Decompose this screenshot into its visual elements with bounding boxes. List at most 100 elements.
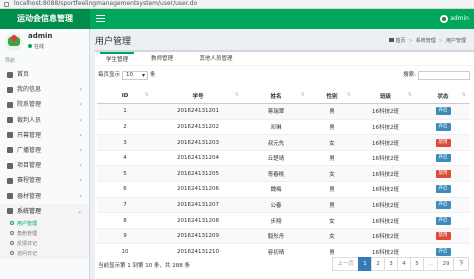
- sidebar: admin 在线 导航 首页 我的信息 ‹ 院系管理 ‹ 裁判人员 ‹ 开幕管理 ‹ 广播管理 ‹ 项…: [0, 29, 90, 279]
- content-header: 用户管理 首页 > 系统管理 > 用户管理: [90, 29, 474, 51]
- chevron-left-icon: ‹: [79, 116, 82, 124]
- cell-class: 16科技2班: [355, 103, 416, 120]
- status-badge[interactable]: 开启: [435, 107, 451, 116]
- sidebar-item-2[interactable]: 院系管理 ‹: [0, 97, 89, 112]
- sidebar-item-label: 院系管理: [17, 101, 42, 109]
- submenu-item-1[interactable]: 角色管理: [0, 229, 89, 239]
- cell-name: 叔元先: [243, 134, 309, 151]
- sidebar-item-6[interactable]: 项目管理 ‹: [0, 158, 89, 173]
- submenu-item-2[interactable]: 反馈日记: [0, 239, 89, 249]
- status-badge[interactable]: 开启: [435, 247, 451, 256]
- sidebar-item-1[interactable]: 我的信息 ‹: [0, 82, 89, 97]
- status-badge[interactable]: 开启: [435, 185, 451, 194]
- search-control: 搜索:: [403, 71, 470, 80]
- tab-bar: 学生管理 教师管理 其他人员管理: [95, 52, 474, 66]
- page-button[interactable]: 2: [370, 257, 385, 271]
- nav-header: 导航: [5, 58, 16, 64]
- next-page-button[interactable]: 下: [453, 257, 469, 271]
- cell-id: 5: [97, 165, 153, 182]
- cell-class: 16科技2班: [355, 149, 416, 166]
- sidebar-toggle-icon[interactable]: [96, 15, 105, 23]
- status-badge[interactable]: 开启: [435, 154, 451, 163]
- sort-icon: ⇅: [234, 92, 239, 98]
- cell-sno: 201624131205: [153, 165, 243, 182]
- browser-address-bar[interactable]: localhost:8088/sportfeelingmanagementsys…: [0, 0, 474, 9]
- search-input[interactable]: [418, 71, 470, 80]
- cell-class: 16科技2班: [355, 227, 416, 244]
- breadcrumb-system[interactable]: 系统管理: [416, 38, 436, 44]
- cell-class: 16科技2班: [355, 196, 416, 213]
- status-badge[interactable]: 开启: [435, 216, 451, 225]
- app-logo[interactable]: 运动会信息管理: [0, 9, 90, 29]
- cell-gender: 男: [309, 181, 355, 198]
- cell-id: 10: [97, 243, 153, 260]
- pagination: 上一页 1 2 3 4 5… 29 下: [332, 257, 469, 271]
- status-badge[interactable]: 开启: [435, 200, 451, 209]
- cell-sno: 201624131206: [153, 181, 243, 198]
- cell-name: 丘楚靖: [243, 149, 309, 166]
- status-badge[interactable]: 禁用: [435, 232, 451, 241]
- sidebar-item-7[interactable]: 赛程管理 ‹: [0, 173, 89, 188]
- table-body: 1 201624131201 蒋瑞翠男 16科技2班 开启 2 201624131202 邓琳…: [97, 103, 470, 260]
- cell-sno: 201624131201: [153, 103, 243, 120]
- sidebar-item-8[interactable]: 器材管理 ‹: [0, 189, 89, 204]
- sidebar-item-4[interactable]: 开幕管理 ‹: [0, 128, 89, 143]
- cell-id: 7: [97, 196, 153, 213]
- page-button[interactable]: 5: [409, 257, 424, 271]
- table-row: 4 201624131204 丘楚靖男 16科技2班 开启: [97, 149, 470, 166]
- table-row: 7 201624131207 公春男 16科技2班 开启: [97, 196, 470, 213]
- table-row: 1 201624131201 蒋瑞翠男 16科技2班 开启: [97, 103, 470, 120]
- page-button[interactable]: 4: [396, 257, 411, 271]
- sidebar-item-3[interactable]: 裁判人员 ‹: [0, 113, 89, 128]
- online-status: 在线: [28, 43, 44, 50]
- column-header[interactable]: 状态 ⇅: [416, 88, 470, 105]
- sidebar-item-label: 裁判人员: [17, 116, 42, 124]
- breadcrumb-current: 用户管理: [445, 38, 466, 44]
- breadcrumb-home[interactable]: 首页: [396, 38, 406, 44]
- chevron-left-icon: ‹: [79, 177, 82, 185]
- column-header[interactable]: ID ⇅: [97, 88, 153, 105]
- user-menu-name: admin: [450, 15, 469, 22]
- user-table: ID ⇅ 学号 ⇅ 姓名 ⇅ 性别 ⇅ 班级 ⇅ 状态 ⇅ 1 201624131201 蒋瑞翠男 16科技…: [97, 88, 470, 260]
- status-badge[interactable]: 开启: [435, 122, 451, 131]
- page-length-select[interactable]: 10: [122, 71, 149, 80]
- submenu-item-3[interactable]: 访问日记: [0, 249, 89, 259]
- user-menu[interactable]: admin: [440, 13, 469, 25]
- cell-class: 16科技2班: [355, 118, 416, 135]
- sidebar-item-0[interactable]: 首页: [0, 67, 89, 82]
- browser-url: localhost:8088/sportfeelingmanagementsys…: [14, 0, 198, 7]
- online-status-label: 在线: [34, 44, 45, 50]
- column-header[interactable]: 姓名 ⇅: [243, 88, 309, 105]
- page-button[interactable]: 3: [383, 257, 398, 271]
- chevron-left-icon: ‹: [79, 131, 82, 139]
- cell-sno: 201624131207: [153, 196, 243, 213]
- column-header[interactable]: 班级 ⇅: [355, 88, 416, 105]
- submenu-item-0[interactable]: 用户管理: [0, 219, 89, 229]
- cell-name: 公春: [243, 196, 309, 213]
- sort-icon: ⇅: [346, 92, 351, 98]
- tab-teachers[interactable]: 教师管理: [145, 52, 179, 66]
- cell-sno: 201624131202: [153, 118, 243, 135]
- sidebar-item-label: 系统管理: [17, 207, 42, 215]
- column-header[interactable]: 学号 ⇅: [153, 88, 243, 105]
- sidebar-item-5[interactable]: 广播管理 ‹: [0, 143, 89, 158]
- submenu-item-label: 用户管理: [17, 220, 38, 227]
- status-badge[interactable]: 禁用: [435, 138, 451, 147]
- cell-sno: 201624131208: [153, 212, 243, 229]
- cell-status: 开启: [416, 149, 470, 166]
- sidebar-item-label: 项目管理: [17, 162, 42, 170]
- tab-students[interactable]: 学生管理: [100, 52, 134, 66]
- cell-gender: 女: [309, 212, 355, 229]
- sidebar-item-9[interactable]: 系统管理 ⌄: [0, 203, 89, 219]
- cell-sno: 201624131204: [153, 149, 243, 166]
- tab-other-staff[interactable]: 其他人员管理: [191, 52, 241, 66]
- cell-name: 容初晴: [243, 243, 309, 260]
- column-header[interactable]: 性别 ⇅: [309, 88, 355, 105]
- status-badge[interactable]: 禁用: [435, 169, 451, 178]
- table-row: 5 201624131205 胥春桃女 16科技2班 禁用: [97, 165, 470, 182]
- prev-page-button[interactable]: 上一页: [332, 257, 359, 271]
- circle-icon: [10, 251, 14, 256]
- page-button[interactable]: 29: [437, 257, 455, 271]
- cell-class: 16科技2班: [355, 134, 416, 151]
- page-button[interactable]: 1: [357, 257, 372, 271]
